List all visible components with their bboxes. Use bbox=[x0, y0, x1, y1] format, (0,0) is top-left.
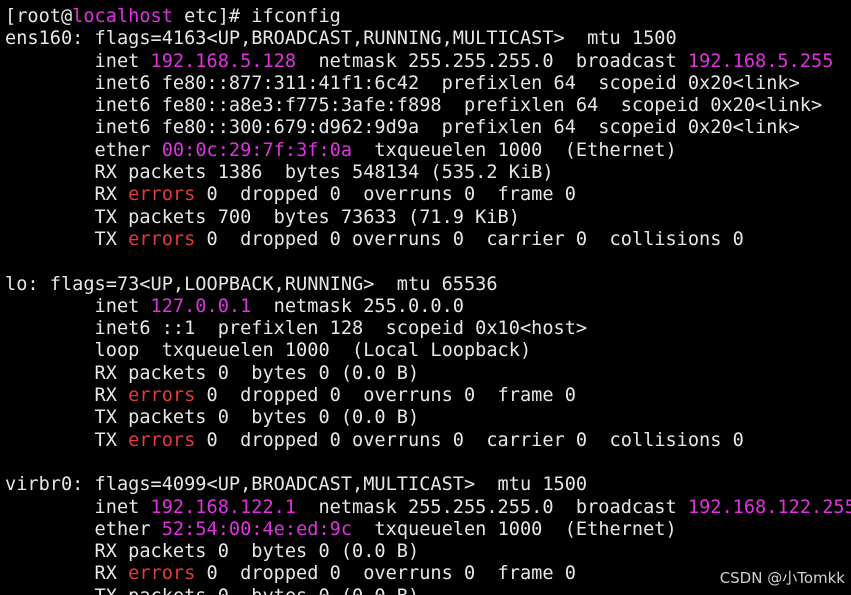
output-text: TX bbox=[5, 429, 129, 451]
output-text: inet6 fe80::300:679:d962:9d9a prefixlen … bbox=[5, 117, 800, 139]
output-text: inet bbox=[5, 496, 151, 518]
output-text: RX bbox=[5, 385, 129, 407]
highlighted-address: 52:54:00:4e:ed:9c bbox=[161, 518, 353, 540]
terminal-window[interactable]: [root@localhost etc]# ifconfig ens160: fl… bbox=[0, 0, 851, 595]
output-text: virbr0: flags=4099<UP,BROADCAST,MULTICAS… bbox=[5, 474, 588, 496]
output-line: TX errors 0 dropped 0 overruns 0 carrier… bbox=[5, 229, 851, 251]
output-line: RX packets 1386 bytes 548134 (535.2 KiB) bbox=[5, 162, 851, 184]
output-text: etc]# ifconfig bbox=[172, 6, 341, 27]
highlighted-address: 00:0c:29:7f:3f:0a bbox=[161, 139, 353, 161]
output-line: TX packets 700 bytes 73633 (71.9 KiB) bbox=[5, 207, 851, 229]
output-text: netmask 255.255.255.0 broadcast bbox=[296, 50, 688, 72]
output-text: 0 dropped 0 overruns 0 frame 0 bbox=[195, 563, 576, 585]
output-line: inet 127.0.0.1 netmask 255.0.0.0 bbox=[5, 296, 851, 318]
output-line: inet6 fe80::a8e3:f775:3afe:f898 prefixle… bbox=[5, 95, 851, 117]
output-line: TX errors 0 dropped 0 overruns 0 carrier… bbox=[5, 430, 851, 452]
output-text: ether bbox=[5, 139, 162, 161]
output-text: 0 dropped 0 overruns 0 frame 0 bbox=[195, 184, 576, 206]
output-text: netmask 255.255.255.0 broadcast bbox=[296, 496, 688, 518]
output-text: txqueuelen 1000 (Ethernet) bbox=[352, 139, 677, 161]
errors-keyword: errors bbox=[128, 184, 196, 206]
output-text: ether bbox=[5, 518, 162, 540]
output-text: RX packets 0 bytes 0 (0.0 B) bbox=[5, 362, 420, 384]
output-text: inet6 fe80::877:311:41f1:6c42 prefixlen … bbox=[5, 72, 800, 94]
output-line: inet 192.168.5.128 netmask 255.255.255.0… bbox=[5, 51, 851, 73]
errors-keyword: errors bbox=[128, 429, 196, 451]
output-line: RX packets 0 bytes 0 (0.0 B) bbox=[5, 541, 851, 563]
output-line: inet 192.168.122.1 netmask 255.255.255.0… bbox=[5, 497, 851, 519]
output-line: lo: flags=73<UP,LOOPBACK,RUNNING> mtu 65… bbox=[5, 274, 851, 296]
output-line: virbr0: flags=4099<UP,BROADCAST,MULTICAS… bbox=[5, 474, 851, 496]
output-line: TX packets 0 bytes 0 (0.0 B) bbox=[5, 407, 851, 429]
output-text: inet bbox=[5, 295, 151, 317]
highlighted-address: 192.168.5.255 bbox=[687, 50, 834, 72]
output-text: [root@ bbox=[5, 6, 73, 27]
output-text: inet6 fe80::a8e3:f775:3afe:f898 prefixle… bbox=[5, 95, 823, 117]
output-text: TX packets 700 bytes 73633 (71.9 KiB) bbox=[5, 206, 520, 228]
output-text: 0 dropped 0 overruns 0 frame 0 bbox=[195, 385, 576, 407]
csdn-watermark: CSDN @小Tomkk bbox=[719, 568, 845, 587]
highlighted-address: 192.168.122.255 bbox=[687, 496, 851, 518]
output-text: RX packets 0 bytes 0 (0.0 B) bbox=[5, 541, 420, 563]
output-text: TX bbox=[5, 228, 129, 250]
errors-keyword: errors bbox=[128, 228, 196, 250]
output-line: ens160: flags=4163<UP,BROADCAST,RUNNING,… bbox=[5, 28, 851, 50]
highlighted-address: 127.0.0.1 bbox=[150, 295, 252, 317]
output-line: inet6 fe80::877:311:41f1:6c42 prefixlen … bbox=[5, 73, 851, 95]
output-line: ether 52:54:00:4e:ed:9c txqueuelen 1000 … bbox=[5, 519, 851, 541]
output-text: 0 dropped 0 overruns 0 carrier 0 collisi… bbox=[195, 429, 744, 451]
output-text: TX packets 0 bytes 0 (0.0 B) bbox=[5, 586, 420, 595]
output-line: ether 00:0c:29:7f:3f:0a txqueuelen 1000 … bbox=[5, 140, 851, 162]
output-text: RX bbox=[5, 563, 129, 585]
output-text: ens160: flags=4163<UP,BROADCAST,RUNNING,… bbox=[5, 28, 677, 50]
output-text: 0 dropped 0 overruns 0 carrier 0 collisi… bbox=[195, 228, 744, 250]
highlighted-address: 192.168.5.128 bbox=[150, 50, 297, 72]
output-line: loop txqueuelen 1000 (Local Loopback) bbox=[5, 340, 851, 362]
output-text: txqueuelen 1000 (Ethernet) bbox=[352, 518, 677, 540]
output-text: RX bbox=[5, 184, 129, 206]
highlighted-address: 192.168.122.1 bbox=[150, 496, 297, 518]
errors-keyword: errors bbox=[128, 385, 196, 407]
command-prompt-line: [root@localhost etc]# ifconfig bbox=[5, 6, 851, 28]
output-text: loop txqueuelen 1000 (Local Loopback) bbox=[5, 340, 532, 362]
output-line: RX errors 0 dropped 0 overruns 0 frame 0 bbox=[5, 385, 851, 407]
output-line: inet6 fe80::300:679:d962:9d9a prefixlen … bbox=[5, 117, 851, 139]
hostname: localhost bbox=[72, 6, 173, 27]
terminal-output: [root@localhost etc]# ifconfig ens160: fl… bbox=[5, 6, 851, 595]
output-line: RX packets 0 bytes 0 (0.0 B) bbox=[5, 363, 851, 385]
output-text: lo: flags=73<UP,LOOPBACK,RUNNING> mtu 65… bbox=[5, 273, 498, 295]
errors-keyword: errors bbox=[128, 563, 196, 585]
output-text: netmask 255.0.0.0 bbox=[251, 295, 464, 317]
output-text: TX packets 0 bytes 0 (0.0 B) bbox=[5, 407, 420, 429]
output-text: inet6 ::1 prefixlen 128 scopeid 0x10<hos… bbox=[5, 318, 588, 340]
output-line: inet6 ::1 prefixlen 128 scopeid 0x10<hos… bbox=[5, 318, 851, 340]
output-text: inet bbox=[5, 50, 151, 72]
output-text: RX packets 1386 bytes 548134 (535.2 KiB) bbox=[5, 162, 554, 184]
output-line: RX errors 0 dropped 0 overruns 0 frame 0 bbox=[5, 184, 851, 206]
